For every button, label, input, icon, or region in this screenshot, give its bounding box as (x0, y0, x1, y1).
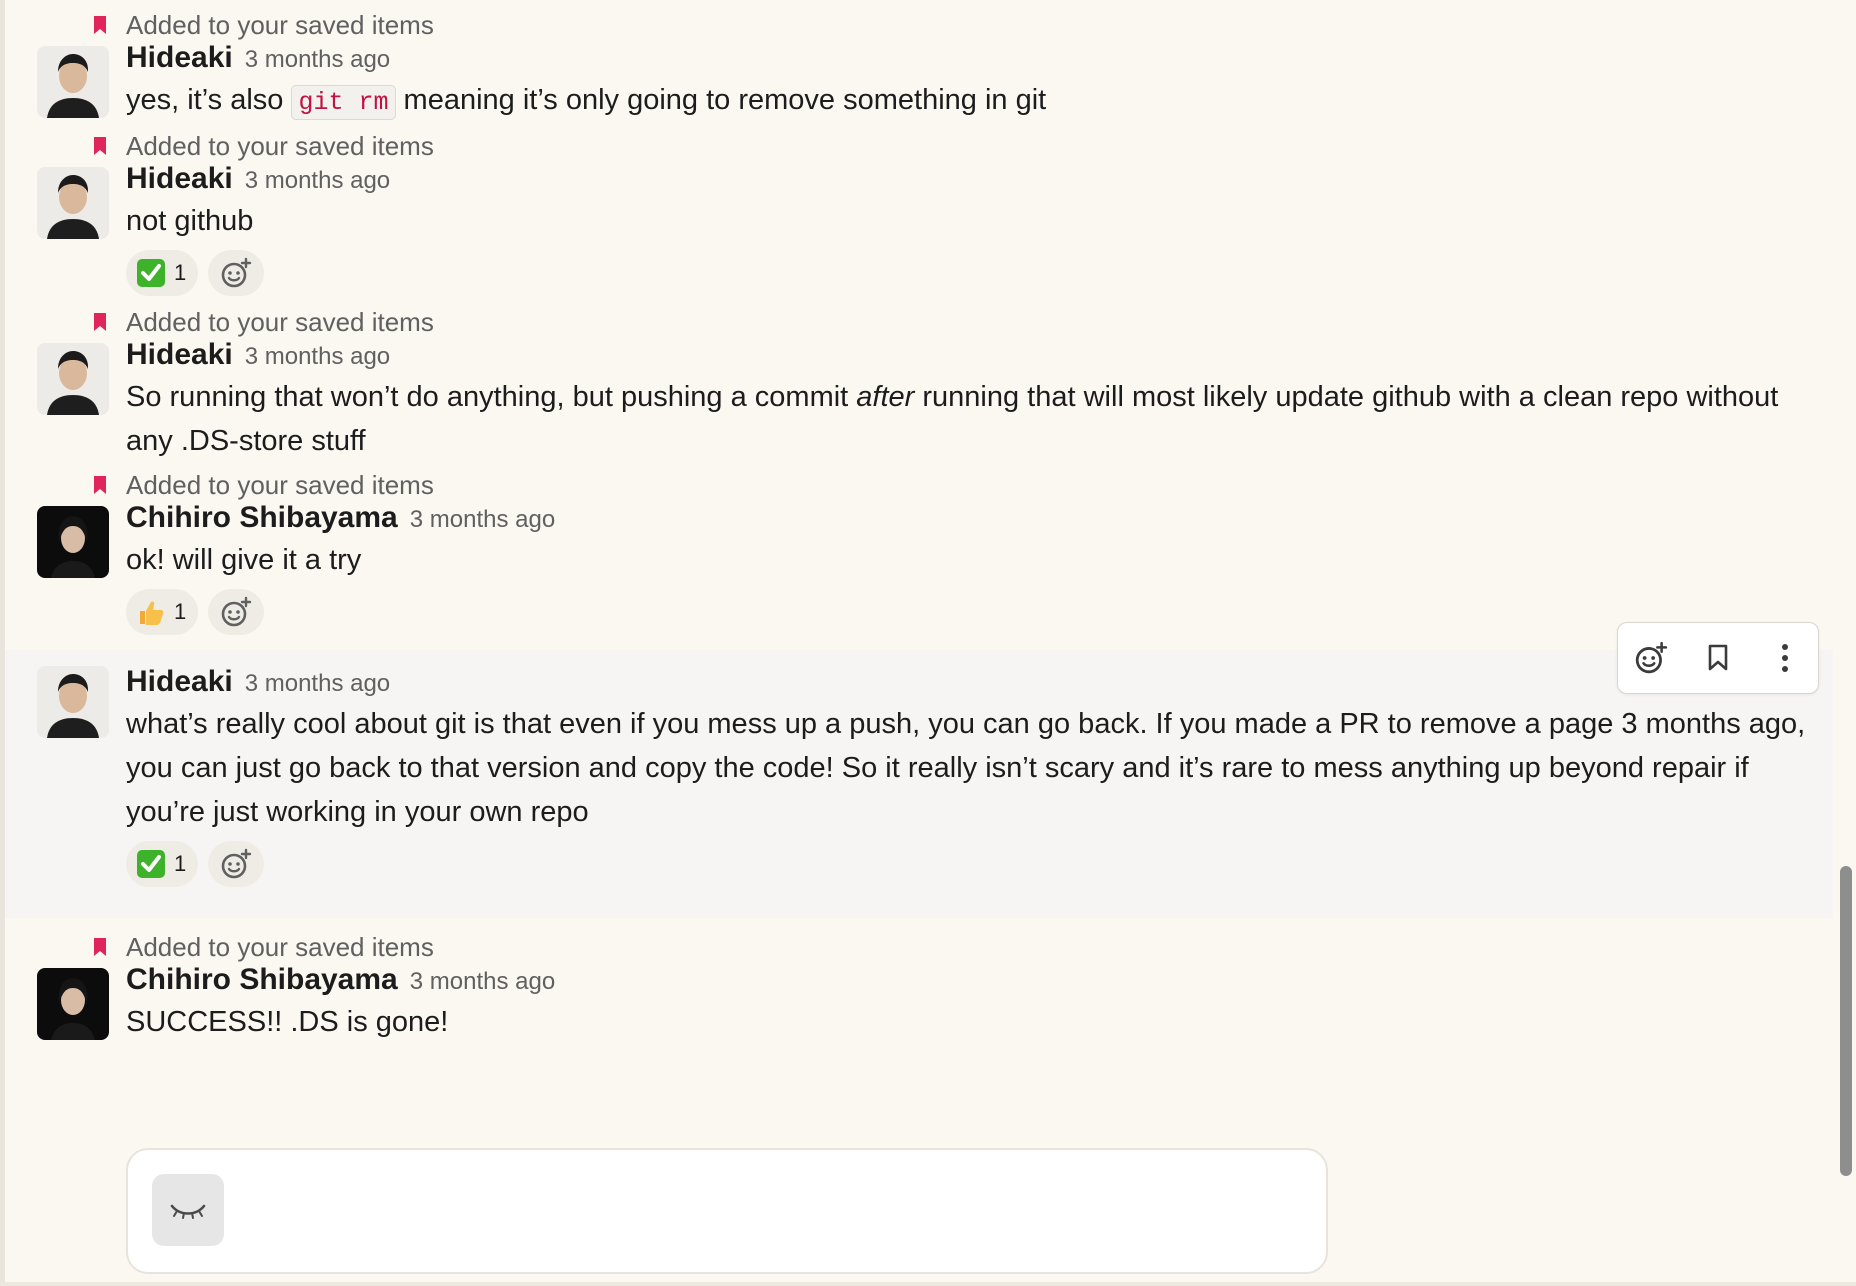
avatar[interactable] (37, 506, 109, 578)
timestamp[interactable]: 3 months ago (410, 506, 555, 533)
saved-bookmark-icon (94, 476, 106, 494)
message-composer[interactable] (126, 1148, 1328, 1274)
sleeping-face-icon (170, 1204, 206, 1219)
timestamp[interactable]: 3 months ago (245, 670, 390, 697)
saved-indicator: Added to your saved items (94, 307, 1833, 337)
message-pane: Added to your saved items Hideaki 3 month… (0, 0, 1856, 1286)
add-reaction-button[interactable] (208, 841, 265, 887)
author-name[interactable]: Hideaki (126, 162, 233, 195)
more-actions-icon (1781, 644, 1788, 672)
message-item[interactable]: Hideaki 3 months ago what’s really cool a… (5, 622, 1833, 918)
hideaki-avatar-icon (37, 46, 109, 118)
saved-indicator: Added to your saved items (94, 10, 1833, 40)
emphasis-text: after (856, 381, 915, 413)
message-item[interactable]: Added to your saved items Hideaki 3 month… (5, 0, 1833, 133)
add-reaction-icon (221, 257, 252, 288)
author-name[interactable]: Hideaki (126, 41, 233, 74)
timestamp[interactable]: 3 months ago (245, 46, 390, 73)
reaction-pill[interactable]: 1 (126, 589, 199, 635)
saved-label: Added to your saved items (126, 131, 434, 161)
reaction-count: 1 (174, 851, 187, 876)
message-feed: Added to your saved items Hideaki 3 month… (5, 0, 1833, 1094)
saved-bookmark-icon (94, 16, 106, 34)
saved-label: Added to your saved items (126, 10, 434, 40)
add-reaction-icon (221, 596, 252, 627)
scrollbar[interactable] (1834, 0, 1856, 1286)
hideaki-avatar-icon (37, 343, 109, 415)
bottom-border (0, 1282, 1856, 1286)
message-text: ok! will give it a try (126, 544, 362, 576)
avatar[interactable] (37, 968, 109, 1040)
message-item[interactable]: Added to your saved items Hideaki 3 month… (5, 133, 1833, 309)
add-reaction-button[interactable] (208, 589, 265, 635)
saved-label: Added to your saved items (126, 470, 434, 500)
white-check-mark-icon (137, 259, 165, 287)
message-item[interactable]: Added to your saved items Chihiro Shibay… (5, 918, 1833, 1094)
composer-status-button[interactable] (152, 1174, 224, 1246)
message-text: yes, it’s also git rm meaning it’s only … (126, 78, 1833, 125)
message-text: not github (126, 205, 254, 237)
reactions-bar: 1 (126, 840, 1833, 888)
saved-label: Added to your saved items (126, 932, 434, 962)
text-segment: So running that won’t do anything, but p… (126, 381, 857, 413)
reaction-pill[interactable]: 1 (126, 841, 199, 887)
saved-label: Added to your saved items (126, 307, 434, 337)
timestamp[interactable]: 3 months ago (410, 968, 555, 995)
inline-code: git rm (291, 85, 396, 120)
message-text: SUCCESS!! .DS is gone! (126, 1006, 449, 1038)
add-reaction-icon (221, 848, 252, 879)
reaction-pill[interactable]: 1 (126, 250, 199, 296)
author-name[interactable]: Chihiro Shibayama (126, 963, 398, 996)
saved-bookmark-icon (94, 313, 106, 331)
bookmark-icon (1708, 644, 1728, 671)
avatar[interactable] (37, 666, 109, 738)
saved-indicator: Added to your saved items (94, 131, 1833, 161)
reaction-count: 1 (174, 260, 187, 285)
hideaki-avatar-icon (37, 167, 109, 239)
timestamp[interactable]: 3 months ago (245, 343, 390, 370)
chihiro-avatar-icon (37, 968, 109, 1040)
message-item[interactable]: Added to your saved items Chihiro Shibay… (5, 472, 1833, 650)
saved-bookmark-icon (94, 137, 106, 155)
saved-bookmark-icon (94, 938, 106, 956)
toolbar-save-button[interactable] (1696, 636, 1740, 680)
thumbs-up-icon (140, 601, 164, 625)
avatar[interactable] (37, 343, 109, 415)
add-reaction-button[interactable] (208, 250, 265, 296)
message-text: what’s really cool about git is that eve… (126, 708, 1806, 828)
reaction-count: 1 (174, 599, 187, 624)
saved-indicator: Added to your saved items (94, 932, 1833, 962)
reactions-bar: 1 (126, 249, 1833, 297)
message-item[interactable]: Added to your saved items Hideaki 3 month… (5, 309, 1833, 472)
avatar[interactable] (37, 46, 109, 118)
avatar[interactable] (37, 167, 109, 239)
author-name[interactable]: Hideaki (126, 338, 233, 371)
text-segment: yes, it’s also (126, 84, 292, 116)
message-hover-toolbar (1617, 622, 1819, 694)
author-name[interactable]: Chihiro Shibayama (126, 501, 398, 534)
saved-indicator: Added to your saved items (94, 470, 1833, 500)
reactions-bar: 1 (126, 588, 1833, 636)
toolbar-add-reaction-button[interactable] (1629, 636, 1673, 680)
message-text: So running that won’t do anything, but p… (126, 375, 1833, 463)
text-segment: meaning it’s only going to remove someth… (395, 84, 1047, 116)
add-reaction-icon (1636, 641, 1668, 674)
author-name[interactable]: Hideaki (126, 665, 233, 698)
chihiro-avatar-icon (37, 506, 109, 578)
timestamp[interactable]: 3 months ago (245, 167, 390, 194)
white-check-mark-icon (137, 850, 165, 878)
toolbar-more-button[interactable] (1763, 636, 1807, 680)
hideaki-avatar-icon (37, 666, 109, 738)
scrollbar-thumb[interactable] (1840, 866, 1852, 1176)
